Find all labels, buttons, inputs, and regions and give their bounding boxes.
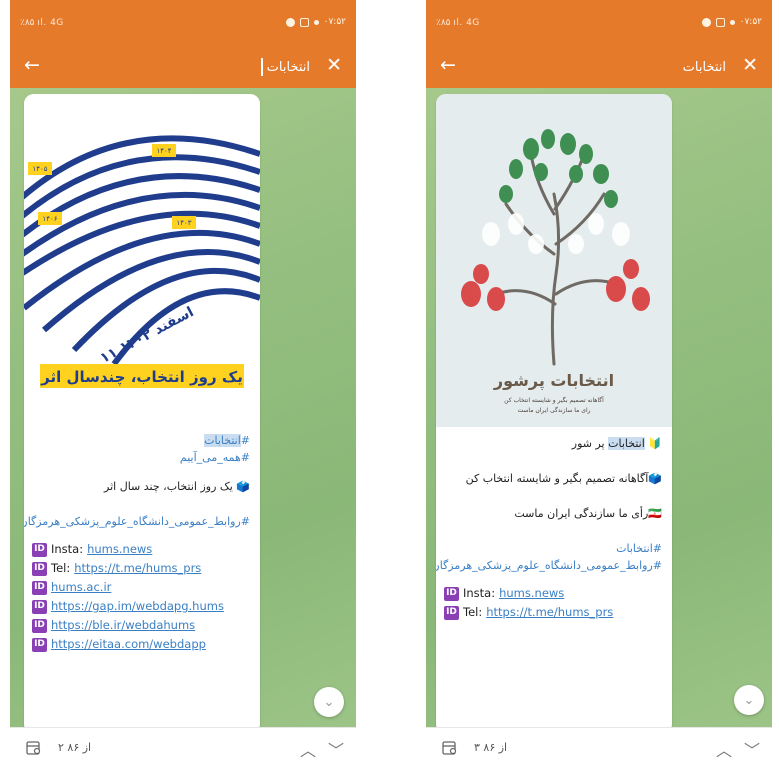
links-list: ID Insta: hums.news ID Tel: https://t.me/h… bbox=[436, 584, 672, 622]
id-badge-icon: ID bbox=[32, 599, 47, 614]
message-line: یک روز انتخاب، چند سال اثر bbox=[104, 480, 233, 493]
chat-background: ۱۴۰۴ ۱۴۰۵ ۱۴۰۶ ۱۴۰۳ ۱۱ اسفند ۱۴۰۲ یک روز… bbox=[10, 88, 356, 727]
text-cursor bbox=[261, 58, 263, 76]
app-notification-icon bbox=[299, 17, 309, 27]
id-badge-icon: ID bbox=[32, 637, 47, 652]
chevron-down-icon: ⌄ bbox=[323, 694, 335, 710]
search-app-bar: ← انتخابات ✕ bbox=[426, 44, 772, 88]
poster-title: انتخابات پرشور bbox=[493, 371, 614, 391]
clock: ۰۷:۵۲ bbox=[739, 17, 762, 27]
search-field[interactable]: انتخابات bbox=[261, 57, 310, 77]
scroll-down-button[interactable]: ⌄ bbox=[314, 687, 344, 717]
beginner-badge-icon: 🔰 bbox=[648, 437, 662, 450]
search-app-bar: ← انتخابات ✕ bbox=[10, 44, 356, 88]
search-results-bar: ۲ از ۸۶ ︿ ﹀ bbox=[10, 727, 356, 769]
notification-icon bbox=[285, 17, 295, 27]
hashtag-elections-highlighted[interactable]: انتخابات bbox=[204, 434, 241, 447]
gap-link[interactable]: https://gap.im/webdapg.hums bbox=[51, 597, 224, 616]
message-line: آگاهانه تصمیم بگیر و شایسته انتخاب کن bbox=[465, 472, 649, 485]
search-input-value[interactable]: انتخابات bbox=[267, 60, 310, 75]
year-label: ۱۴۰۶ bbox=[42, 215, 57, 223]
signal-battery-status: ٪۸۵ ıl. 4G bbox=[20, 18, 64, 28]
year-label: ۱۴۰۳ bbox=[176, 219, 191, 227]
bale-link[interactable]: https://ble.ir/webdahums bbox=[51, 616, 195, 635]
back-arrow-icon[interactable]: ← bbox=[24, 55, 40, 75]
hashtag-prefix[interactable]: # bbox=[241, 434, 250, 447]
result-counter: ۲ از ۸۶ bbox=[58, 741, 92, 754]
chevron-up-icon[interactable]: ︿ bbox=[716, 737, 732, 761]
year-label: ۱۴۰۴ bbox=[156, 147, 171, 155]
list-item: ID Insta: hums.news bbox=[444, 584, 664, 603]
message-text: #انتخابات #همه_می_آییم 🗳️ یک روز انتخاب،… bbox=[24, 424, 260, 540]
id-badge-icon: ID bbox=[32, 618, 47, 633]
hashtag-elections[interactable]: #انتخابات bbox=[446, 540, 662, 557]
chevron-down-icon[interactable]: ﹀ bbox=[328, 737, 344, 761]
dot-icon bbox=[729, 19, 735, 25]
highlighted-search-term: انتخابات bbox=[608, 437, 645, 450]
signal-battery-status: ٪۸۵ ıl. 4G bbox=[436, 18, 480, 28]
search-results-bar: ۳ از ۸۶ ︿ ﹀ bbox=[426, 727, 772, 769]
telegram-link[interactable]: https://t.me/hums_prs bbox=[486, 603, 613, 622]
chevron-down-icon[interactable]: ﹀ bbox=[744, 737, 760, 761]
hashtag-all-coming[interactable]: #همه_می_آییم bbox=[34, 449, 250, 466]
calendar-search-icon[interactable] bbox=[442, 740, 458, 756]
dot-icon bbox=[313, 19, 319, 25]
chevron-up-icon[interactable]: ︿ bbox=[300, 737, 316, 761]
result-counter: ۳ از ۸۶ bbox=[474, 741, 508, 754]
list-item: ID https://eitaa.com/webdapp bbox=[32, 635, 252, 654]
hashtag-public-relations[interactable]: #روابط_عمومی_دانشگاه_علوم_پزشکی_هرمزگان bbox=[436, 557, 662, 574]
list-item: ID Tel: https://t.me/hums_prs bbox=[444, 603, 664, 622]
clock: ۰۷:۵۲ bbox=[323, 17, 346, 27]
poster-subtitle: آگاهانه تصمیم بگیر و شایسته انتخاب کن bbox=[504, 395, 604, 404]
message-text: 🔰 انتخابات پر شور 🗳️آگاهانه تصمیم بگیر و… bbox=[436, 437, 662, 574]
fingerprint-poster-graphic: ۱۴۰۴ ۱۴۰۵ ۱۴۰۶ ۱۴۰۳ ۱۱ اسفند ۱۴۰۲ یک روز… bbox=[24, 94, 260, 424]
phone-screen-right: ٪۸۵ ıl. 4G ۰۷:۵۲ ← انتخابات ✕ انتخابات پ… bbox=[426, 0, 772, 769]
poster-subtitle: رای ما سازندگی ایران ماست bbox=[517, 406, 590, 414]
links-list: ID Insta: hums.news ID Tel: https://t.me/h… bbox=[24, 540, 260, 654]
app-notification-icon bbox=[715, 17, 725, 27]
poster-slogan: یک روز انتخاب، چندسال اثر bbox=[40, 368, 243, 387]
message-bubble[interactable]: انتخابات پرشور آگاهانه تصمیم بگیر و شایس… bbox=[436, 94, 672, 727]
notification-icon bbox=[701, 17, 711, 27]
close-icon[interactable]: ✕ bbox=[742, 55, 758, 75]
hashtag-public-relations[interactable]: #روابط_عمومی_دانشگاه_علوم_پزشکی_هرمزگان bbox=[24, 513, 250, 530]
iran-flag-icon: 🇮🇷 bbox=[648, 507, 662, 520]
website-link[interactable]: hums.ac.ir bbox=[51, 578, 111, 597]
scroll-down-button[interactable]: ⌄ bbox=[734, 685, 764, 715]
message-bubble[interactable]: ۱۴۰۴ ۱۴۰۵ ۱۴۰۶ ۱۴۰۳ ۱۱ اسفند ۱۴۰۲ یک روز… bbox=[24, 94, 260, 727]
list-item: ID Tel: https://t.me/hums_prs bbox=[32, 559, 252, 578]
list-item: ID https://ble.ir/webdahums bbox=[32, 616, 252, 635]
list-item: ID hums.ac.ir bbox=[32, 578, 252, 597]
ballot-box-icon: 🗳️ bbox=[236, 480, 250, 493]
phone-screen-left: ٪۸۵ ıl. 4G ۰۷:۵۲ ← انتخابات ✕ ۱۴۰۴ ۱۴۰۵ … bbox=[10, 0, 356, 769]
id-badge-icon: ID bbox=[32, 580, 47, 595]
search-input-value[interactable]: انتخابات bbox=[683, 60, 726, 75]
id-badge-icon: ID bbox=[444, 605, 459, 620]
id-badge-icon: ID bbox=[32, 542, 47, 557]
ballot-box-icon: 🗳️ bbox=[648, 472, 662, 485]
eitaa-link[interactable]: https://eitaa.com/webdapp bbox=[51, 635, 206, 654]
close-icon[interactable]: ✕ bbox=[326, 55, 342, 75]
tree-poster-graphic: انتخابات پرشور آگاهانه تصمیم بگیر و شایس… bbox=[436, 94, 672, 427]
instagram-link[interactable]: hums.news bbox=[499, 584, 564, 603]
chevron-down-icon: ⌄ bbox=[743, 692, 755, 708]
instagram-link[interactable]: hums.news bbox=[87, 540, 152, 559]
calendar-search-icon[interactable] bbox=[26, 740, 42, 756]
id-badge-icon: ID bbox=[444, 586, 459, 601]
chat-background: انتخابات پرشور آگاهانه تصمیم بگیر و شایس… bbox=[426, 88, 772, 727]
election-poster-image[interactable]: انتخابات پرشور آگاهانه تصمیم بگیر و شایس… bbox=[436, 94, 672, 427]
list-item: ID https://gap.im/webdapg.hums bbox=[32, 597, 252, 616]
status-bar: ٪۸۵ ıl. 4G ۰۷:۵۲ bbox=[10, 0, 356, 44]
message-line: رأی ما سازندگی ایران ماست bbox=[514, 507, 649, 520]
id-badge-icon: ID bbox=[32, 561, 47, 576]
telegram-link[interactable]: https://t.me/hums_prs bbox=[74, 559, 201, 578]
election-poster-image[interactable]: ۱۴۰۴ ۱۴۰۵ ۱۴۰۶ ۱۴۰۳ ۱۱ اسفند ۱۴۰۲ یک روز… bbox=[24, 94, 260, 424]
search-field[interactable]: انتخابات bbox=[683, 57, 726, 77]
list-item: ID Insta: hums.news bbox=[32, 540, 252, 559]
status-bar: ٪۸۵ ıl. 4G ۰۷:۵۲ bbox=[426, 0, 772, 44]
back-arrow-icon[interactable]: ← bbox=[440, 55, 456, 75]
year-label: ۱۴۰۵ bbox=[32, 165, 47, 173]
